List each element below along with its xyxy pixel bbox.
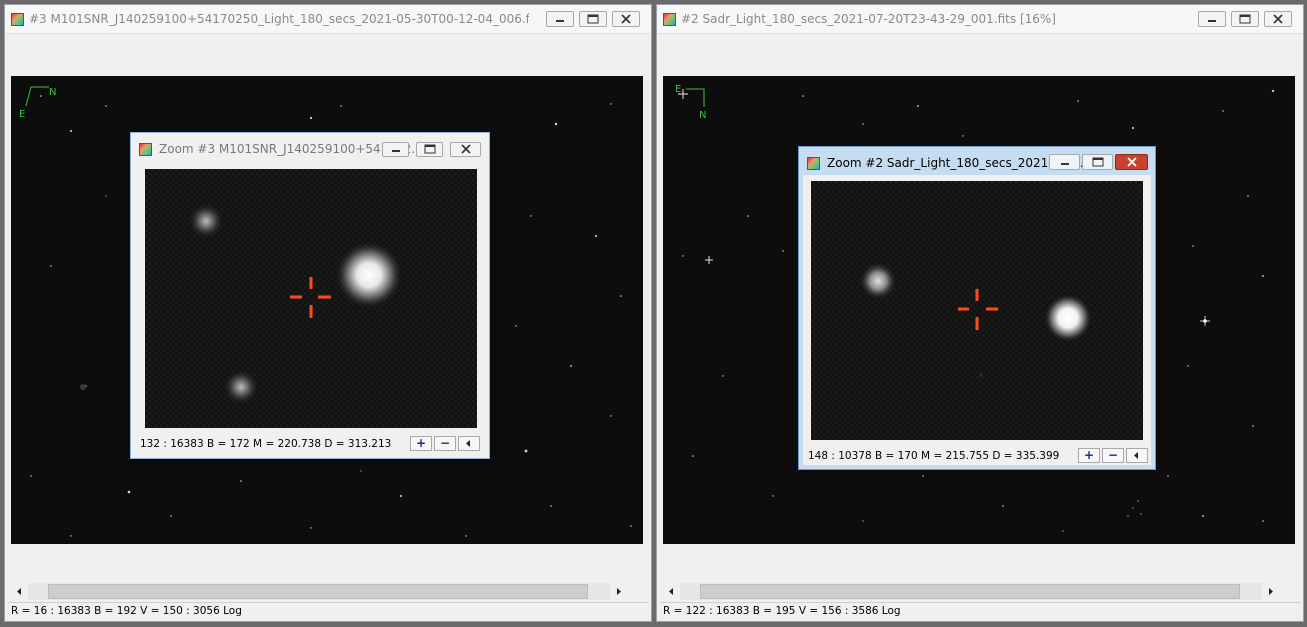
- close-icon: [621, 14, 631, 24]
- scroll-right-icon: [1269, 588, 1273, 595]
- left-zoom-window: Zoom #3 M101SNR_J140259100+541702... 132…: [130, 132, 490, 459]
- collapse-left-icon: [1134, 452, 1138, 459]
- maximize-icon: [424, 144, 436, 154]
- app-icon: [663, 13, 676, 26]
- collapse-left-icon: [466, 440, 470, 447]
- minimize-icon: [392, 150, 400, 152]
- close-icon: [461, 144, 471, 154]
- app-icon: [11, 13, 24, 26]
- zoom-out-button[interactable]: −: [434, 436, 456, 451]
- zoom-collapse-button[interactable]: [458, 436, 480, 451]
- maximize-button[interactable]: [416, 142, 443, 157]
- zoom-window-body: 132 : 16383 B = 172 M = 220.738 D = 313.…: [135, 163, 485, 454]
- scroll-left-icon: [17, 588, 21, 595]
- zoom-in-button[interactable]: +: [1078, 448, 1100, 463]
- right-window-title: #2 Sadr_Light_180_secs_2021-07-20T23-43-…: [681, 12, 1056, 26]
- right-zoom-window: Zoom #2 Sadr_Light_180_secs_2021-07-...: [798, 146, 1156, 470]
- compass-north-label: N: [49, 87, 57, 98]
- left-horizontal-scrollbar[interactable]: [11, 583, 627, 600]
- scroll-left-icon: [669, 588, 673, 595]
- compass-east-label: E: [675, 84, 682, 95]
- app-icon: [139, 143, 152, 156]
- maximize-icon: [1092, 157, 1104, 167]
- zoom-status-text: 132 : 16383 B = 172 M = 220.738 D = 313.…: [140, 438, 392, 450]
- right-horizontal-scrollbar[interactable]: [663, 583, 1279, 600]
- close-icon: [1127, 157, 1137, 167]
- minimize-icon: [556, 20, 564, 22]
- close-button[interactable]: [1264, 11, 1292, 27]
- zoom-window-body: 148 : 10378 B = 170 M = 215.755 D = 335.…: [803, 175, 1151, 465]
- zoom-image[interactable]: [811, 181, 1143, 440]
- maximize-button[interactable]: [1231, 11, 1259, 27]
- zoom-window-title: Zoom #2 Sadr_Light_180_secs_2021-07-...: [827, 156, 1084, 170]
- left-status-bar: R = 16 : 16383 B = 192 V = 150 : 3056 Lo…: [8, 602, 649, 619]
- minimize-button[interactable]: [1198, 11, 1226, 27]
- zoom-collapse-button[interactable]: [1126, 448, 1148, 463]
- minimize-icon: [1061, 163, 1069, 165]
- minimize-icon: [1208, 20, 1216, 22]
- maximize-icon: [587, 14, 599, 24]
- right-toolbar-strip: [657, 34, 1303, 78]
- maximize-button[interactable]: [1082, 154, 1113, 170]
- zoom-status-text: 148 : 10378 B = 170 M = 215.755 D = 335.…: [808, 450, 1060, 462]
- left-window-titlebar[interactable]: #3 M101SNR_J140259100+54170250_Light_180…: [5, 5, 651, 34]
- scroll-thumb[interactable]: [48, 584, 588, 599]
- left-toolbar-strip: [5, 34, 651, 78]
- app-icon: [807, 157, 820, 170]
- scroll-right-icon: [617, 588, 621, 595]
- close-button[interactable]: [1115, 154, 1148, 170]
- maximize-icon: [1239, 14, 1251, 24]
- scroll-right-button[interactable]: [610, 583, 627, 600]
- zoom-in-button[interactable]: +: [410, 436, 432, 451]
- close-button[interactable]: [612, 11, 640, 27]
- minimize-button[interactable]: [546, 11, 574, 27]
- right-status-bar: R = 122 : 16383 B = 195 V = 156 : 3586 L…: [660, 602, 1301, 619]
- scroll-left-button[interactable]: [11, 583, 28, 600]
- zoom-out-button[interactable]: −: [1102, 448, 1124, 463]
- compass-east-label: E: [19, 109, 26, 120]
- minimize-button[interactable]: [382, 142, 409, 157]
- zoom-star-view: [811, 181, 1143, 440]
- right-window-titlebar[interactable]: #2 Sadr_Light_180_secs_2021-07-20T23-43-…: [657, 5, 1303, 34]
- left-window-title: #3 M101SNR_J140259100+54170250_Light_180…: [29, 12, 529, 26]
- scroll-right-button[interactable]: [1262, 583, 1279, 600]
- scroll-thumb[interactable]: [700, 584, 1240, 599]
- compass-north-label: N: [699, 110, 707, 121]
- minimize-button[interactable]: [1049, 154, 1080, 170]
- zoom-star-view: [145, 169, 477, 428]
- maximize-button[interactable]: [579, 11, 607, 27]
- close-icon: [1273, 14, 1283, 24]
- zoom-image[interactable]: [145, 169, 477, 428]
- scroll-left-button[interactable]: [663, 583, 680, 600]
- close-button[interactable]: [450, 142, 481, 157]
